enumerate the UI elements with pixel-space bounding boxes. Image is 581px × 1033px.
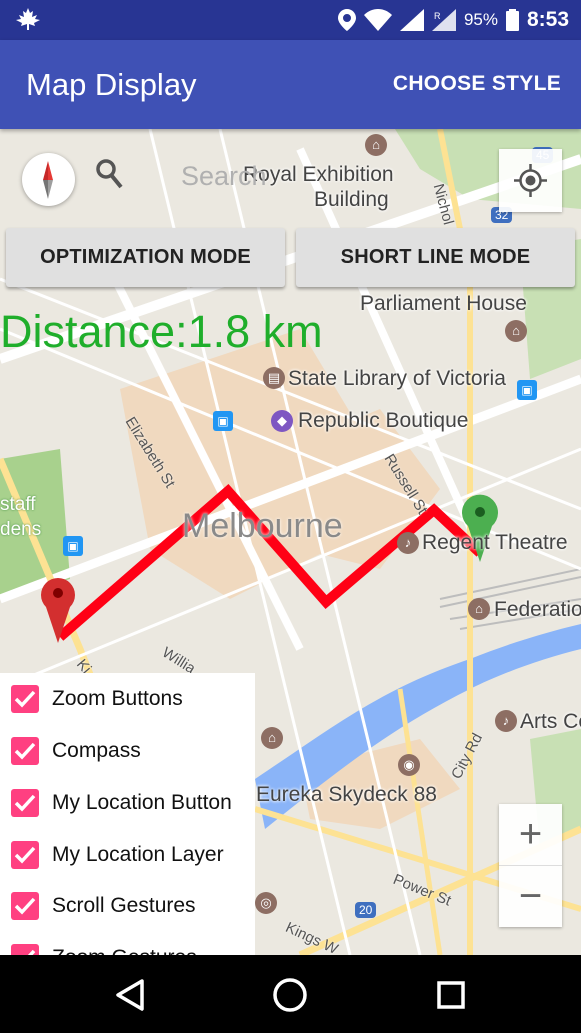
landmark-poi-icon: ⌂ (505, 320, 527, 342)
recents-icon[interactable] (431, 975, 471, 1015)
route-shield-20: 20 (355, 902, 377, 918)
option-label: Scroll Gestures (52, 894, 196, 917)
checkbox-checked-icon[interactable] (11, 892, 39, 920)
crosshair-icon (514, 164, 547, 197)
option-scroll-gestures[interactable]: Scroll Gestures (0, 880, 255, 932)
battery-icon (505, 9, 519, 31)
clock: 8:53 (526, 8, 569, 31)
choose-style-button[interactable]: CHOOSE STYLE (393, 72, 561, 96)
tram-stop-icon-2: ▣ (63, 536, 83, 556)
place-state-library: State Library of Victoria (288, 367, 506, 390)
place-parliament-house: Parliament House (360, 292, 527, 315)
shop-poi-icon: ◆ (271, 410, 293, 432)
option-label: My Location Button (52, 791, 232, 814)
my-location-button[interactable] (499, 149, 562, 212)
train-station-icon: ▣ (517, 380, 537, 400)
location-pin-icon (337, 9, 356, 31)
option-zoom-gestures[interactable]: Zoom Gestures (0, 932, 255, 955)
gallery-poi-icon: ⌂ (261, 727, 283, 749)
compass-button[interactable] (22, 153, 75, 206)
place-arts-centre: Arts Ce (520, 710, 581, 733)
place-federation: Federation (494, 598, 581, 621)
wifi-icon (363, 9, 392, 31)
checkbox-checked-icon[interactable] (11, 685, 39, 713)
home-icon[interactable] (270, 975, 310, 1015)
navigation-bar (0, 955, 581, 1033)
place-royal-exhibition-line2: Building (314, 188, 389, 211)
park-label-line1: staff (0, 494, 36, 515)
suburb-melbourne: Melbourne (182, 507, 343, 545)
federation-poi-icon: ⌂ (468, 598, 490, 620)
place-regent-theatre: Regent Theatre (422, 531, 568, 554)
search-icon[interactable] (94, 157, 124, 191)
place-republic-boutique: Republic Boutique (298, 409, 469, 432)
option-label: Compass (52, 739, 141, 762)
checkbox-checked-icon[interactable] (11, 944, 39, 955)
library-poi-icon: ▤ (263, 367, 285, 389)
optimization-mode-button[interactable]: OPTIMIZATION MODE (6, 228, 285, 287)
status-icons: R 95% 8:53 (337, 0, 569, 40)
status-bar: R 95% 8:53 (0, 0, 581, 40)
app-title: Map Display (26, 67, 197, 102)
theatre-poi-icon: ♪ (397, 532, 419, 554)
svg-text:R: R (434, 11, 441, 21)
place-eureka-skydeck: Eureka Skydeck 88 (256, 783, 437, 806)
zoom-in-button[interactable]: + (499, 804, 562, 865)
checkbox-checked-icon[interactable] (11, 789, 39, 817)
short-line-mode-button[interactable]: SHORT LINE MODE (296, 228, 575, 287)
signal-icon (399, 9, 424, 31)
zoom-out-button[interactable]: − (499, 866, 562, 927)
museum-poi-icon: ⌂ (365, 134, 387, 156)
checkbox-checked-icon[interactable] (11, 737, 39, 765)
option-label: Zoom Buttons (52, 687, 183, 710)
tram-stop-icon: ▣ (213, 411, 233, 431)
option-compass[interactable]: Compass (0, 725, 255, 777)
arts-poi-icon: ♪ (495, 710, 517, 732)
option-label: Zoom Gestures (52, 946, 197, 955)
sport-poi-icon: ◎ (255, 892, 277, 914)
camera-poi-icon: ◉ (398, 754, 420, 776)
maple-leaf-icon (16, 8, 40, 30)
battery-percent: 95% (463, 10, 498, 29)
distance-label: Distance:1.8 km (0, 306, 323, 357)
start-marker-icon[interactable] (40, 573, 76, 643)
app-bar: Map Display CHOOSE STYLE (0, 40, 581, 129)
roaming-signal-icon: R (431, 9, 456, 31)
zoom-controls: + − (499, 804, 562, 927)
checkbox-checked-icon[interactable] (11, 841, 39, 869)
back-icon[interactable] (110, 975, 150, 1015)
option-label: My Location Layer (52, 843, 224, 866)
option-my-location-layer[interactable]: My Location Layer (0, 829, 255, 881)
search-input[interactable]: Search (181, 161, 267, 192)
option-zoom-buttons[interactable]: Zoom Buttons (0, 673, 255, 725)
park-label-line2: dens (0, 519, 42, 540)
options-panel[interactable]: Zoom Buttons Compass My Location Button … (0, 673, 255, 955)
compass-icon (43, 161, 53, 199)
option-my-location-button[interactable]: My Location Button (0, 777, 255, 829)
map-view[interactable]: ⌂ Royal Exhibition Building Parliament H… (0, 129, 581, 955)
